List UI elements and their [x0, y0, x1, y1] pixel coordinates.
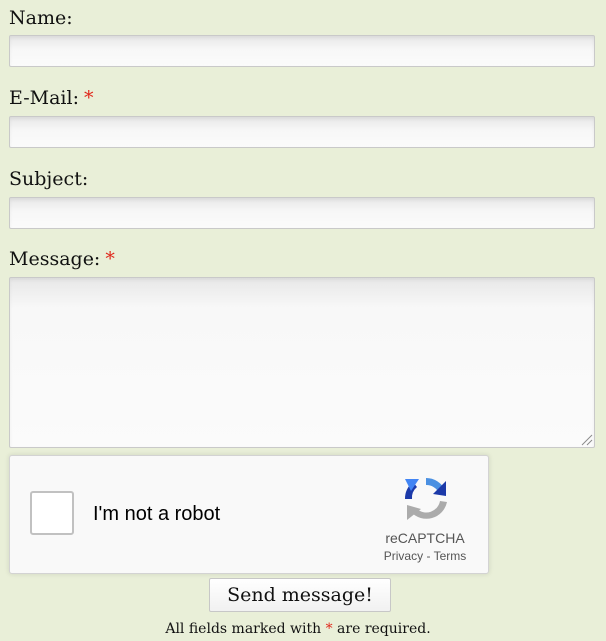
- name-label: Name:: [9, 7, 73, 29]
- resize-grip-icon[interactable]: [581, 434, 593, 446]
- required-fields-note: All fields marked with * are required.: [0, 621, 596, 637]
- links-separator: -: [426, 549, 431, 563]
- note-text-before: All fields marked with: [165, 621, 322, 637]
- send-message-button[interactable]: Send message!: [209, 578, 391, 612]
- recaptcha-widget: I'm not a robot reCAPTCHA Privacy - Term…: [9, 455, 489, 574]
- terms-link[interactable]: Terms: [434, 549, 467, 563]
- subject-label: Subject:: [9, 168, 88, 190]
- recaptcha-links: Privacy - Terms: [370, 549, 480, 563]
- message-label-text: Message:: [9, 248, 101, 270]
- required-marker: *: [325, 621, 333, 637]
- message-label: Message: *: [9, 248, 115, 270]
- recaptcha-brand: reCAPTCHA: [385, 530, 465, 546]
- message-textarea[interactable]: [9, 277, 595, 448]
- email-label-text: E-Mail:: [9, 87, 79, 109]
- note-text-after: are required.: [337, 621, 431, 637]
- subject-input[interactable]: [9, 197, 595, 229]
- recaptcha-checkbox-label: I'm not a robot: [93, 503, 221, 525]
- recaptcha-logo-icon: [404, 477, 447, 520]
- subject-label-text: Subject:: [9, 168, 89, 190]
- email-input[interactable]: [9, 116, 595, 148]
- email-label: E-Mail: *: [9, 87, 93, 109]
- recaptcha-checkbox[interactable]: [30, 491, 74, 535]
- name-input[interactable]: [9, 35, 595, 67]
- privacy-link[interactable]: Privacy: [384, 549, 423, 563]
- required-marker: *: [105, 248, 115, 270]
- required-marker: *: [83, 87, 94, 109]
- name-label-text: Name:: [9, 7, 73, 29]
